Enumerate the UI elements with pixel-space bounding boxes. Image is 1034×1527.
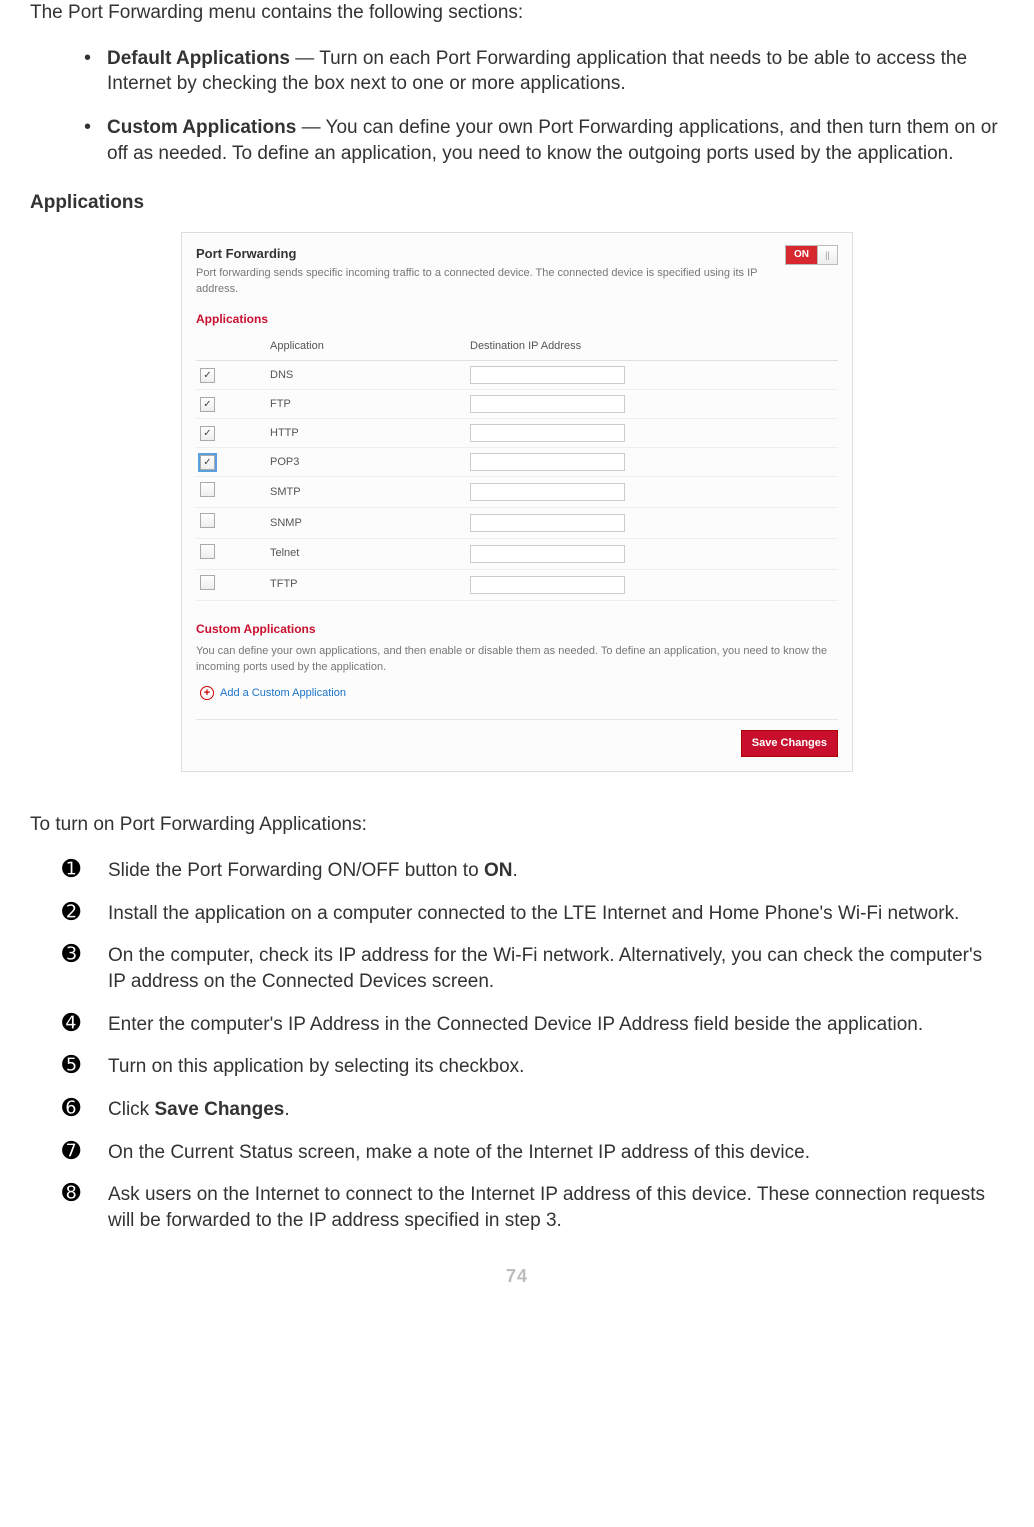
table-row: FTP <box>196 390 838 419</box>
step-number-icon: ➍ <box>62 1011 92 1035</box>
app-checkbox[interactable] <box>200 544 215 559</box>
table-row: POP3 <box>196 448 838 477</box>
table-row: DNS <box>196 361 838 390</box>
step-text: On the computer, check its IP address fo… <box>108 942 1004 994</box>
toggle-on-label: ON <box>786 246 817 264</box>
app-checkbox[interactable] <box>200 397 215 412</box>
app-checkbox[interactable] <box>200 482 215 497</box>
table-row: SNMP <box>196 508 838 539</box>
on-off-toggle[interactable]: ON || <box>785 245 838 265</box>
step-item: ➏ Click Save Changes. <box>62 1096 1004 1123</box>
app-name: TFTP <box>266 569 466 600</box>
th-destination-ip: Destination IP Address <box>466 333 838 360</box>
bullet-icon: • <box>84 46 91 97</box>
panel-desc: Port forwarding sends specific incoming … <box>196 266 765 297</box>
custom-apps-title: Custom Applications <box>196 621 838 637</box>
table-row: TFTP <box>196 569 838 600</box>
applications-header: Applications <box>30 190 1004 216</box>
destination-ip-input[interactable] <box>470 514 625 532</box>
destination-ip-input[interactable] <box>470 483 625 501</box>
step-text: Click Save Changes. <box>108 1096 1004 1123</box>
bullet-icon: • <box>84 115 91 166</box>
app-checkbox[interactable] <box>200 426 215 441</box>
app-name: FTP <box>266 390 466 419</box>
step-text: Install the application on a computer co… <box>108 900 1004 927</box>
step-number-icon: ➌ <box>62 942 92 966</box>
bullet-list: • Default Applications — Turn on each Por… <box>84 46 1004 167</box>
apps-section-title: Applications <box>196 311 838 327</box>
step-item: ➑ Ask users on the Internet to connect to… <box>62 1181 1004 1233</box>
step-number-icon: ➏ <box>62 1096 92 1120</box>
app-name: SMTP <box>266 477 466 508</box>
step-number-icon: ➐ <box>62 1139 92 1163</box>
panel-title: Port Forwarding <box>196 245 765 263</box>
add-link-label: Add a Custom Application <box>220 686 346 701</box>
destination-ip-input[interactable] <box>470 395 625 413</box>
step-number-icon: ➑ <box>62 1181 92 1205</box>
destination-ip-input[interactable] <box>470 576 625 594</box>
step-text: Enter the computer's IP Address in the C… <box>108 1011 1004 1038</box>
destination-ip-input[interactable] <box>470 545 625 563</box>
step-number-icon: ➋ <box>62 900 92 924</box>
add-custom-application-link[interactable]: + Add a Custom Application <box>200 686 346 701</box>
app-name: DNS <box>266 361 466 390</box>
table-row: SMTP <box>196 477 838 508</box>
app-checkbox[interactable] <box>200 575 215 590</box>
applications-table: Application Destination IP Address DNSFT… <box>196 333 838 600</box>
step-text: Turn on this application by selecting it… <box>108 1053 1004 1080</box>
app-checkbox[interactable] <box>200 368 215 383</box>
bullet-text: Default Applications — Turn on each Port… <box>107 46 1004 97</box>
intro-text: The Port Forwarding menu contains the fo… <box>30 0 1004 26</box>
destination-ip-input[interactable] <box>470 366 625 384</box>
app-checkbox[interactable] <box>200 455 215 470</box>
table-row: HTTP <box>196 419 838 448</box>
app-name: HTTP <box>266 419 466 448</box>
step-number-icon: ➎ <box>62 1053 92 1077</box>
bullet-item: • Default Applications — Turn on each Por… <box>84 46 1004 97</box>
plus-icon: + <box>200 686 214 700</box>
port-forwarding-panel: Port Forwarding Port forwarding sends sp… <box>181 232 853 772</box>
numbered-steps: ➊ Slide the Port Forwarding ON/OFF button… <box>62 857 1004 1233</box>
destination-ip-input[interactable] <box>470 453 625 471</box>
th-application: Application <box>266 333 466 360</box>
step-item: ➐ On the Current Status screen, make a no… <box>62 1139 1004 1166</box>
app-checkbox[interactable] <box>200 513 215 528</box>
app-name: POP3 <box>266 448 466 477</box>
instructions-lead: To turn on Port Forwarding Applications: <box>30 812 1004 838</box>
save-changes-button[interactable]: Save Changes <box>741 730 838 757</box>
step-item: ➎ Turn on this application by selecting i… <box>62 1053 1004 1080</box>
bullet-text: Custom Applications — You can define you… <box>107 115 1004 166</box>
step-text: Ask users on the Internet to connect to … <box>108 1181 1004 1233</box>
step-item: ➋ Install the application on a computer c… <box>62 900 1004 927</box>
custom-apps-desc: You can define your own applications, an… <box>196 643 838 676</box>
step-text: On the Current Status screen, make a not… <box>108 1139 1004 1166</box>
table-row: Telnet <box>196 538 838 569</box>
page-number: 74 <box>30 1264 1004 1288</box>
step-item: ➊ Slide the Port Forwarding ON/OFF button… <box>62 857 1004 884</box>
step-text: Slide the Port Forwarding ON/OFF button … <box>108 857 1004 884</box>
destination-ip-input[interactable] <box>470 424 625 442</box>
toggle-handle-icon: || <box>817 246 837 264</box>
step-number-icon: ➊ <box>62 857 92 881</box>
bullet-item: • Custom Applications — You can define yo… <box>84 115 1004 166</box>
step-item: ➌ On the computer, check its IP address f… <box>62 942 1004 994</box>
step-item: ➍ Enter the computer's IP Address in the … <box>62 1011 1004 1038</box>
app-name: SNMP <box>266 508 466 539</box>
app-name: Telnet <box>266 538 466 569</box>
